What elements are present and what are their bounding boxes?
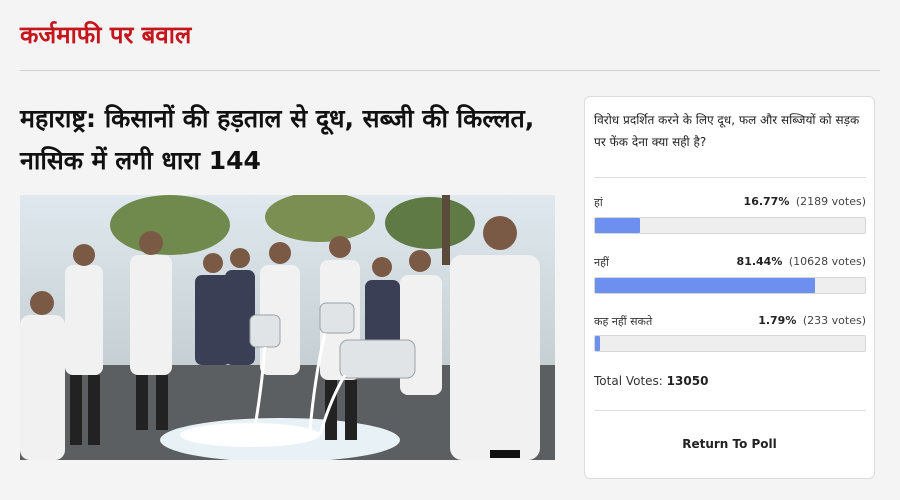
poll-option-stats: 1.79% (233 votes) — [758, 314, 866, 327]
poll-bar-fill — [595, 278, 815, 293]
poll-total-label: Total Votes: — [594, 374, 663, 388]
poll-divider-top — [594, 177, 866, 178]
poll-option-percent: 1.79% — [758, 314, 797, 327]
poll-option-label: हां — [594, 196, 603, 209]
poll-total-value: 13050 — [666, 374, 709, 388]
poll-option-no: नहीं 81.44% (10628 votes) — [594, 255, 866, 271]
section-title[interactable]: कर्जमाफी पर बवाल — [20, 18, 191, 51]
poll-option-votes: (10628 votes) — [788, 255, 866, 268]
poll-option-cant-say: कह नहीं सकते 1.79% (233 votes) — [594, 314, 866, 330]
poll-option-label: कह नहीं सकते — [594, 315, 653, 328]
article-headline[interactable]: महाराष्ट्र: किसानों की हड़ताल से दूध, सब… — [20, 98, 560, 182]
poll-bar-track — [594, 335, 866, 352]
poll-option-votes: (2189 votes) — [795, 195, 866, 208]
photo-illustration — [20, 195, 555, 460]
poll-bar-track — [594, 217, 866, 234]
poll-bar-track — [594, 277, 866, 294]
return-to-poll-link[interactable]: Return To Poll — [585, 437, 874, 451]
poll-option-votes: (233 votes) — [802, 314, 866, 327]
poll-option-percent: 16.77% — [743, 195, 790, 208]
poll-total: Total Votes: 13050 — [594, 374, 708, 388]
poll-option-yes: हां 16.77% (2189 votes) — [594, 195, 866, 211]
poll-bar-fill — [595, 218, 641, 233]
poll-option-percent: 81.44% — [736, 255, 783, 268]
poll-widget: विरोध प्रदर्शित करने के लिए दूध, फल और स… — [584, 96, 875, 479]
poll-option-label: नहीं — [594, 256, 609, 269]
poll-bar-fill — [595, 336, 600, 351]
section-divider — [20, 70, 880, 71]
poll-divider-bottom — [594, 410, 866, 411]
article-photo[interactable] — [20, 195, 555, 460]
poll-option-stats: 81.44% (10628 votes) — [737, 255, 866, 268]
poll-option-stats: 16.77% (2189 votes) — [744, 195, 866, 208]
poll-question: विरोध प्रदर्शित करने के लिए दूध, फल और स… — [594, 113, 860, 149]
